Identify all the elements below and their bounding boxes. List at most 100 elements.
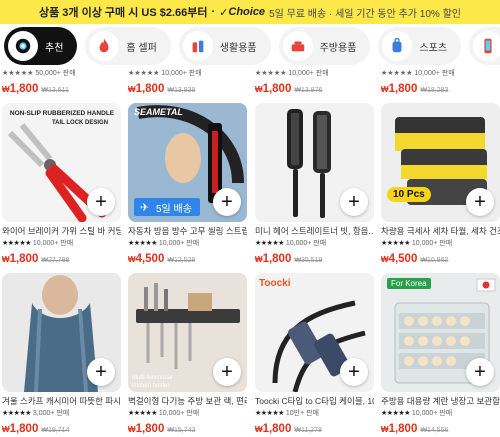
product-card[interactable]: Toocki + Toocki C타입 to C타입 케이블, 100... ★… bbox=[255, 273, 374, 435]
rating-stars: ★★★★★ bbox=[2, 410, 31, 417]
category-home[interactable]: 홈 셀퍼 bbox=[85, 27, 171, 65]
rating-stars: ★★★★★ bbox=[2, 240, 31, 247]
product-meta: ★★★★★ 3,000+ 판매 bbox=[2, 408, 121, 417]
product-title[interactable]: 주방용 대용량 계란 냉장고 보관함... bbox=[381, 395, 500, 406]
category-label: 홈 셀퍼 bbox=[126, 42, 157, 54]
phone-icon bbox=[473, 31, 500, 61]
product-price: ₩4,500 ₩10,962 bbox=[381, 253, 449, 265]
product-meta: ★★★★★ 10,000+ 판매 bbox=[381, 408, 500, 417]
rating-stars: ★★★★★ bbox=[381, 410, 410, 417]
product-title[interactable]: Toocki C타입 to C타입 케이블, 100... bbox=[255, 395, 374, 406]
sold-count: 10만+ 판매 bbox=[285, 410, 319, 417]
product-meta: ★★★★★ 10,000+ 판매 bbox=[255, 238, 374, 247]
partial-product-row: ★★★★★ 50,000+ 판매 ₩1,800 ₩13,611 ★★★★★ 10,… bbox=[0, 66, 500, 100]
category-digital[interactable]: 디지 bbox=[469, 27, 500, 65]
add-to-cart-button[interactable]: + bbox=[340, 358, 368, 386]
svg-text:Toocki: Toocki bbox=[259, 278, 291, 289]
category-label: 추천 bbox=[45, 42, 64, 54]
add-to-cart-button[interactable]: + bbox=[213, 188, 241, 216]
promo-sub-text: 5일 무료 배송 · 세일 기간 동안 추가 10% 할인 bbox=[269, 8, 461, 20]
product-image[interactable]: + bbox=[255, 103, 374, 222]
add-to-cart-button[interactable]: + bbox=[87, 358, 115, 386]
product-card[interactable]: Multi-functional kitchen holder + 벽걸이형 다… bbox=[128, 273, 247, 435]
list-item[interactable]: ★★★★★ 10,000+ 판매 ₩1,800 ₩13,976 bbox=[255, 66, 374, 95]
choice-label: Choice bbox=[228, 6, 266, 18]
product-card[interactable]: For Korea + 주방용 대용량 계란 냉장고 보관함... ★★★★★ … bbox=[381, 273, 500, 435]
product-card[interactable]: SEAMETAL 5일 배송 + 자동차 방음 방수 고무 씰링 스트립, ..… bbox=[128, 103, 247, 265]
backpack-icon bbox=[382, 31, 413, 61]
product-image[interactable]: + bbox=[2, 273, 121, 392]
check-icon: ✓ bbox=[219, 6, 229, 19]
add-to-cart-button[interactable]: + bbox=[466, 358, 494, 386]
product-price: ₩1,800 ₩35,519 bbox=[255, 253, 323, 265]
quantity-badge: 10 Pcs bbox=[387, 187, 431, 202]
product-title[interactable]: 자동차 방음 방수 고무 씰링 스트립, ... bbox=[128, 225, 247, 236]
product-title[interactable]: 차량용 극세사 세차 타월, 세차 건조... bbox=[381, 225, 500, 236]
bottles-icon bbox=[182, 31, 213, 61]
product-card[interactable]: 10 Pcs + 차량용 극세사 세차 타월, 세차 건조... ★★★★★ 1… bbox=[381, 103, 500, 265]
product-card[interactable]: + 겨울 스카프 캐시미어 따뜻한 파시미... ★★★★★ 3,000+ 판매… bbox=[2, 273, 121, 435]
sold-count: 10,000+ 판매 bbox=[411, 240, 453, 247]
product-card[interactable]: + 미니 헤어 스트레이트너 빗, 항음... ★★★★★ 10,000+ 판매… bbox=[255, 103, 374, 265]
list-item[interactable]: ★★★★★ 10,000+ 판매 ₩1,800 ₩18,283 bbox=[381, 66, 500, 95]
shipping-badge: 5일 배송 bbox=[134, 198, 200, 216]
add-to-cart-button[interactable]: + bbox=[340, 188, 368, 216]
add-to-cart-button[interactable]: + bbox=[87, 188, 115, 216]
product-price: ₩4,500 ₩12,528 bbox=[128, 253, 196, 265]
product-image[interactable]: SEAMETAL 5일 배송 + bbox=[128, 103, 247, 222]
product-price: ₩1,800 ₩13,976 bbox=[255, 83, 323, 95]
product-meta: ★★★★★ 50,000+ 판매 bbox=[2, 70, 76, 77]
product-price: ₩1,800 ₩13,611 bbox=[2, 83, 69, 95]
product-price: ₩1,800 ₩11,278 bbox=[255, 423, 322, 435]
svg-text:Multi-functional: Multi-functional bbox=[132, 375, 172, 381]
product-meta: ★★★★★ 10,000+ 판매 bbox=[128, 70, 202, 77]
sold-count: 10,000+ 판매 bbox=[411, 410, 453, 417]
product-price: ₩1,800 ₩19,714 bbox=[2, 423, 70, 435]
category-label: 생활용품 bbox=[219, 42, 257, 54]
sold-count: 10,000+ 판매 bbox=[158, 410, 200, 417]
sparkle-icon bbox=[8, 31, 38, 61]
product-image[interactable]: Toocki + bbox=[255, 273, 374, 392]
product-meta: ★★★★★ 10,000+ 판매 bbox=[128, 238, 247, 247]
list-item[interactable]: ★★★★★ 10,000+ 판매 ₩1,800 ₩13,938 bbox=[128, 66, 247, 95]
fire-icon bbox=[89, 31, 120, 61]
sold-count: 10,000+ 판매 bbox=[32, 240, 74, 247]
product-title[interactable]: 겨울 스카프 캐시미어 따뜻한 파시미... bbox=[2, 395, 121, 406]
pot-icon bbox=[282, 31, 313, 61]
product-price: ₩1,800 ₩27,788 bbox=[2, 253, 70, 265]
rating-stars: ★★★★★ bbox=[255, 410, 284, 417]
promo-separator: · bbox=[211, 6, 216, 18]
product-image[interactable]: Multi-functional kitchen holder + bbox=[128, 273, 247, 392]
sold-count: 10,000+ 판매 bbox=[158, 240, 200, 247]
svg-text:TAIL LOCK DESIGN: TAIL LOCK DESIGN bbox=[52, 120, 108, 126]
category-sports[interactable]: 스포츠 bbox=[378, 27, 462, 65]
product-meta: ★★★★★ 10,000+ 판매 bbox=[255, 70, 329, 77]
category-bar: 추천 홈 셀퍼 생활용품 주방용품 스포츠 디지 bbox=[0, 27, 500, 65]
promo-banner[interactable]: 상품 3개 이상 구매 시 US $2.66부터 · ✓ Choice 5일 무… bbox=[0, 0, 500, 24]
category-recommended[interactable]: 추천 bbox=[4, 27, 78, 65]
category-household[interactable]: 생활용품 bbox=[178, 27, 271, 65]
category-label: 스포츠 bbox=[419, 42, 448, 54]
add-to-cart-button[interactable]: + bbox=[466, 188, 494, 216]
product-title[interactable]: 벽걸이형 다기능 주방 보관 랙, 편리... bbox=[128, 395, 247, 406]
svg-text:NON-SLIP RUBBERIZED HANDLE: NON-SLIP RUBBERIZED HANDLE bbox=[10, 110, 115, 117]
list-item[interactable]: ★★★★★ 50,000+ 판매 ₩1,800 ₩13,611 bbox=[2, 66, 121, 95]
svg-text:SEAMETAL: SEAMETAL bbox=[134, 107, 183, 117]
rating-stars: ★★★★★ bbox=[381, 240, 410, 247]
product-price: ₩1,800 ₩13,938 bbox=[128, 83, 196, 95]
product-title[interactable]: 와이어 브레이커 가위 스틸 바 커팅 ... bbox=[2, 225, 121, 236]
product-meta: ★★★★★ 10,000+ 판매 bbox=[128, 408, 247, 417]
product-card[interactable]: NON-SLIP RUBBERIZED HANDLE TAIL LOCK DES… bbox=[2, 103, 121, 265]
product-meta: ★★★★★ 10만+ 판매 bbox=[255, 408, 374, 417]
product-title[interactable]: 미니 헤어 스트레이트너 빗, 항음... bbox=[255, 225, 374, 236]
category-kitchen[interactable]: 주방용품 bbox=[278, 27, 371, 65]
product-meta: ★★★★★ 10,000+ 판매 bbox=[381, 238, 500, 247]
korea-badge: For Korea bbox=[387, 278, 431, 289]
product-image[interactable]: NON-SLIP RUBBERIZED HANDLE TAIL LOCK DES… bbox=[2, 103, 121, 222]
product-image[interactable]: For Korea + bbox=[381, 273, 500, 392]
product-meta: ★★★★★ 10,000+ 판매 bbox=[2, 238, 121, 247]
product-price: ₩1,800 ₩18,283 bbox=[381, 83, 449, 95]
product-image[interactable]: 10 Pcs + bbox=[381, 103, 500, 222]
add-to-cart-button[interactable]: + bbox=[213, 358, 241, 386]
rating-stars: ★★★★★ bbox=[128, 240, 157, 247]
